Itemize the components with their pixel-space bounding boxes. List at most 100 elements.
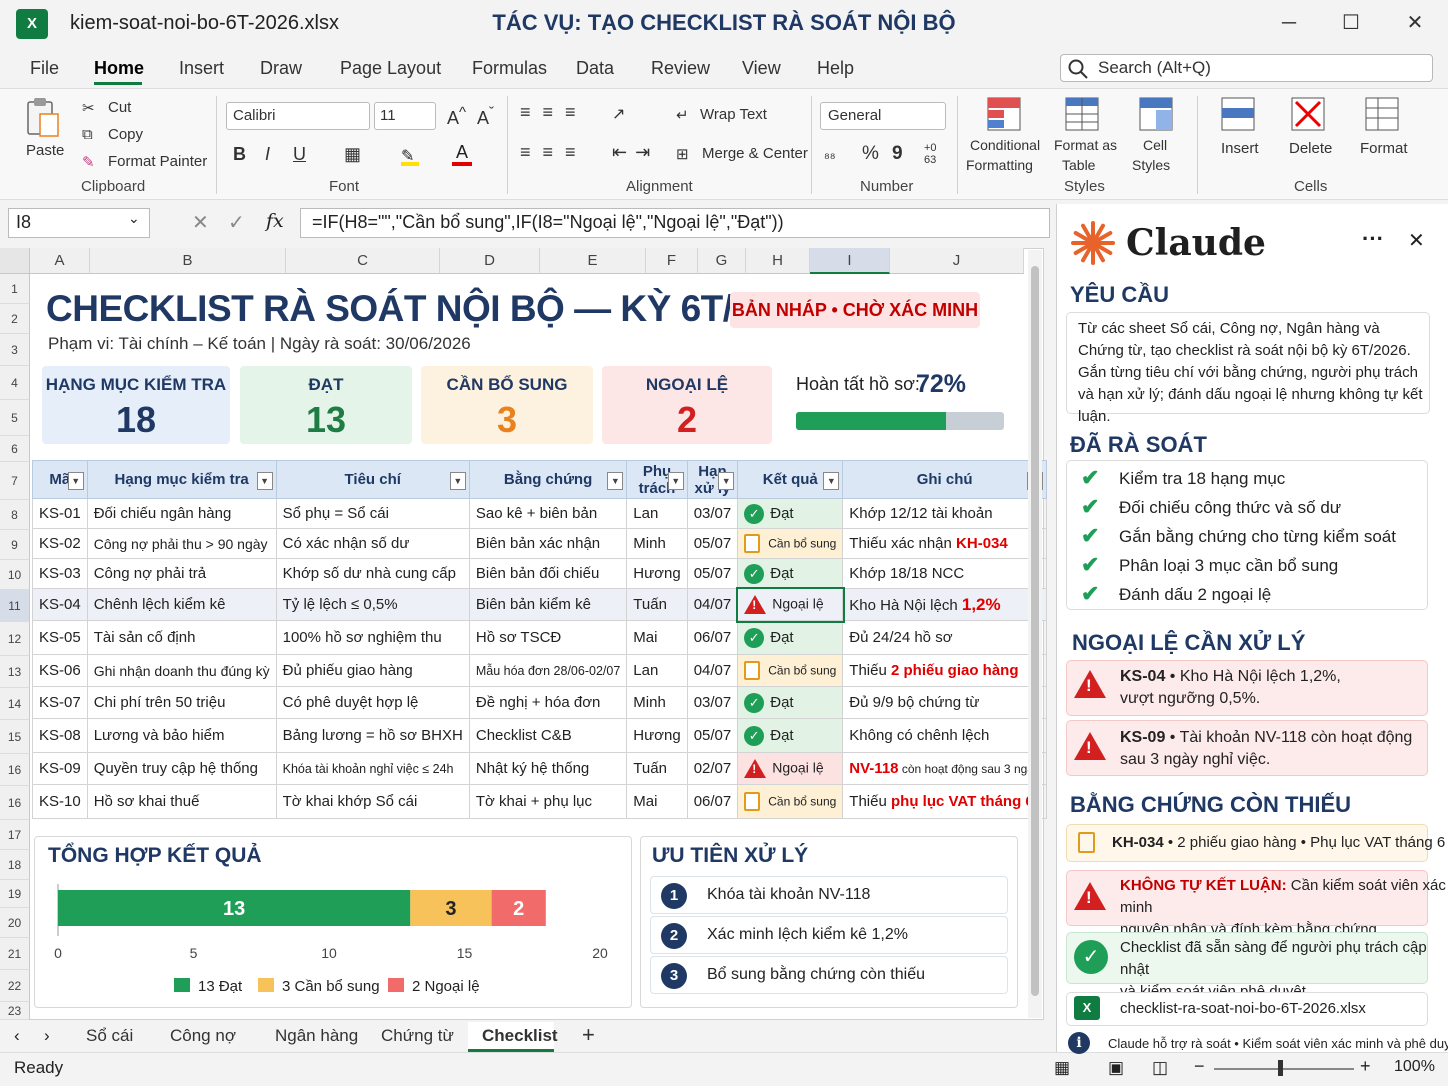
column-header[interactable]: I	[810, 248, 890, 274]
row-note[interactable]: NV-118 còn hoạt động sau 3 ngày	[842, 752, 1047, 785]
conditional-formatting-button[interactable]: Conditional	[970, 137, 1040, 153]
row-owner[interactable]: Mai	[626, 620, 688, 655]
select-all-corner[interactable]	[0, 248, 30, 274]
row-note[interactable]: Khớp 12/12 tài khoản	[842, 498, 1047, 529]
row-code[interactable]: KS-09	[32, 752, 88, 785]
row-result[interactable]: ✓ Đạt	[737, 498, 844, 529]
row-result[interactable]: Cần bổ sung	[737, 528, 844, 559]
row-due[interactable]: 06/07	[686, 784, 739, 819]
borders-icon[interactable]: ▦	[344, 144, 361, 165]
column-header[interactable]: G	[698, 248, 746, 274]
row-header[interactable]: 10	[0, 560, 30, 590]
column-header[interactable]: D	[440, 248, 540, 274]
page-layout-view-icon[interactable]: ▣	[1108, 1058, 1124, 1078]
row-owner[interactable]: Tuấn	[626, 588, 688, 621]
row-header[interactable]: 23	[0, 1002, 30, 1020]
orientation-icon[interactable]: ↗	[612, 104, 625, 124]
row-code[interactable]: KS-02	[32, 528, 88, 559]
row-item[interactable]: Công nợ phải thu > 90 ngày	[86, 528, 277, 559]
row-due[interactable]: 04/07	[686, 588, 739, 621]
column-header[interactable]: B	[90, 248, 286, 274]
row-evidence[interactable]: Checklist C&B	[468, 718, 628, 753]
row-result[interactable]: Ngoại lệ	[735, 586, 845, 623]
row-header[interactable]: 22	[0, 970, 30, 1002]
comma-style-button[interactable]: 9	[892, 143, 903, 165]
row-header[interactable]: 5	[0, 400, 30, 436]
zoom-slider-thumb[interactable]	[1278, 1060, 1283, 1076]
row-owner[interactable]: Lan	[626, 498, 688, 529]
row-result[interactable]: Cần bổ sung	[737, 784, 844, 819]
normal-view-icon[interactable]: ▦	[1054, 1058, 1070, 1078]
row-header[interactable]: 17	[0, 820, 30, 850]
delete-cells-button[interactable]: Delete	[1289, 140, 1332, 157]
close-pane-icon[interactable]: ✕	[1408, 228, 1425, 253]
row-header[interactable]: 8	[0, 500, 30, 530]
row-header[interactable]: 2	[0, 304, 30, 334]
cut-button[interactable]: Cut	[108, 99, 131, 116]
tab-checklist[interactable]: Checklist	[482, 1026, 558, 1046]
row-criteria[interactable]: Tỷ lệ lệch ≤ 0,5%	[275, 588, 470, 621]
row-header[interactable]: 16	[0, 754, 30, 786]
row-code[interactable]: KS-03	[32, 558, 88, 589]
table-row[interactable]: KS-05 Tài sản cố định 100% hồ sơ nghiệm th…	[32, 620, 1047, 655]
row-owner[interactable]: Minh	[626, 528, 688, 559]
row-note[interactable]: Đủ 9/9 bộ chứng từ	[842, 686, 1047, 719]
insert-function-button[interactable]: fx	[266, 210, 284, 232]
format-cells-button[interactable]: Format	[1360, 140, 1408, 157]
row-evidence[interactable]: Biên bản kiểm kê	[468, 588, 628, 621]
row-criteria[interactable]: Có phê duyệt hợp lệ	[275, 686, 470, 719]
row-code[interactable]: KS-01	[32, 498, 88, 529]
row-due[interactable]: 06/07	[686, 620, 739, 655]
wrap-text-button[interactable]: Wrap Text	[700, 106, 767, 123]
table-row[interactable]: KS-01 Đối chiếu ngân hàng Sổ phụ = Sổ cái S…	[32, 498, 1047, 529]
format-as-table-button[interactable]: Format as	[1054, 137, 1117, 153]
filter-dropdown-icon[interactable]: ▼	[718, 472, 735, 490]
row-due[interactable]: 05/07	[686, 558, 739, 589]
row-evidence[interactable]: Biên bản đối chiếu	[468, 558, 628, 589]
priority-item[interactable]: 3 Bổ sung bằng chứng còn thiếu	[650, 956, 1008, 994]
table-row[interactable]: KS-03 Công nợ phải trả Khớp số dư nhà cung…	[32, 558, 1047, 589]
row-header[interactable]: 13	[0, 656, 30, 688]
row-result[interactable]: ✓ Đạt	[737, 620, 844, 655]
menu-data[interactable]: Data	[576, 58, 614, 79]
tab-ngan-hang[interactable]: Ngân hàng	[275, 1026, 358, 1046]
menu-page-layout[interactable]: Page Layout	[340, 58, 441, 79]
row-evidence[interactable]: Nhật ký hệ thống	[468, 752, 628, 785]
merge-center-button[interactable]: Merge & Center	[702, 145, 808, 162]
row-header[interactable]: 18	[0, 850, 30, 880]
cancel-icon[interactable]: ✕	[192, 210, 209, 235]
row-note[interactable]: Thiếu phụ lục VAT tháng 6	[842, 784, 1047, 819]
menu-review[interactable]: Review	[651, 58, 710, 79]
zoom-slider[interactable]	[1214, 1068, 1354, 1070]
menu-file[interactable]: File	[30, 58, 59, 79]
row-note[interactable]: Thiếu xác nhận KH-034	[842, 528, 1047, 559]
row-item[interactable]: Tài sản cố định	[86, 620, 277, 655]
fill-color-icon[interactable]: ✎	[401, 146, 419, 166]
priority-item[interactable]: 1 Khóa tài khoản NV-118	[650, 876, 1008, 914]
row-owner[interactable]: Minh	[626, 686, 688, 719]
row-code[interactable]: KS-05	[32, 620, 88, 655]
row-result[interactable]: ✓ Đạt	[737, 718, 844, 753]
row-header[interactable]: 1	[0, 274, 30, 304]
cell-styles-button[interactable]: Cell	[1143, 137, 1167, 153]
row-result[interactable]: ✓ Đạt	[737, 558, 844, 589]
row-item[interactable]: Chi phí trên 50 triệu	[86, 686, 277, 719]
zoom-out-icon[interactable]: −	[1194, 1056, 1205, 1077]
row-criteria[interactable]: 100% hồ sơ nghiệm thu	[275, 620, 470, 655]
row-due[interactable]: 04/07	[686, 654, 739, 687]
chevron-down-icon[interactable]: ⌄	[128, 210, 140, 227]
row-due[interactable]: 03/07	[686, 498, 739, 529]
row-header[interactable]: 12	[0, 622, 30, 656]
filter-dropdown-icon[interactable]: ▼	[256, 472, 273, 490]
scrollbar-thumb[interactable]	[1031, 266, 1039, 996]
font-color-icon[interactable]: A	[452, 142, 472, 166]
row-item[interactable]: Quyền truy cập hệ thống	[86, 752, 277, 785]
row-result[interactable]: ✓ Đạt	[737, 686, 844, 719]
row-code[interactable]: KS-04	[32, 588, 88, 621]
italic-button[interactable]: I	[265, 144, 270, 165]
row-due[interactable]: 05/07	[686, 528, 739, 559]
menu-draw[interactable]: Draw	[260, 58, 302, 79]
row-header[interactable]: 14	[0, 688, 30, 720]
table-row[interactable]: KS-10 Hồ sơ khai thuế Tờ khai khớp Sổ cái T…	[32, 784, 1047, 819]
file-name-link[interactable]: checklist-ra-soat-noi-bo-6T-2026.xlsx	[1120, 998, 1366, 1020]
